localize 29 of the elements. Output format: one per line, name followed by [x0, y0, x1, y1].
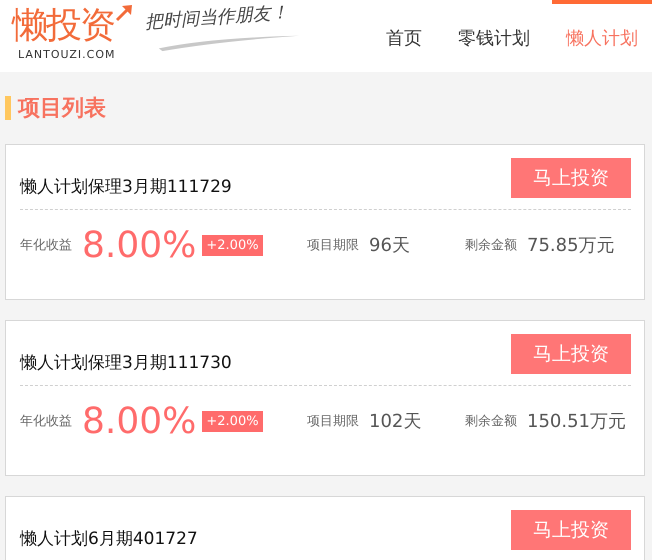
nav-link[interactable]: 首页	[372, 0, 436, 72]
title-marker	[5, 96, 11, 120]
stat-label: 年化收益	[20, 413, 72, 430]
invest-button[interactable]: 马上投资	[511, 334, 631, 374]
invest-button[interactable]: 马上投资	[511, 158, 631, 198]
project-name: 懒人计划保理3月期111730	[20, 352, 232, 374]
nav-link[interactable]: 零钱计划	[444, 0, 544, 72]
bonus-tag: +2.00%	[202, 234, 263, 256]
invest-button[interactable]: 马上投资	[511, 510, 631, 550]
stat-label: 剩余金额	[465, 413, 517, 430]
project-name: 懒人计划6月期401727	[20, 528, 198, 550]
rate-value: 8.00%	[82, 400, 196, 442]
stat-value: 75.85万元	[527, 234, 615, 257]
stat-value: 96天	[369, 234, 410, 257]
logo-domain: LANTOUZI.COM	[18, 48, 116, 61]
stat-label: 年化收益	[20, 237, 72, 254]
stat-label: 剩余金额	[465, 237, 517, 254]
stat-value: 150.51万元	[527, 410, 626, 433]
stat-value: 102天	[369, 410, 422, 433]
logo: 懒投资	[12, 4, 114, 48]
project-name: 懒人计划保理3月期111729	[20, 176, 232, 198]
slogan: 把时间当作朋友！	[144, 0, 290, 34]
stat-label: 项目期限	[307, 237, 359, 254]
rate-value: 8.00%	[82, 224, 196, 266]
arrow-icon	[115, 4, 133, 22]
stat-label: 项目期限	[307, 413, 359, 430]
nav-link[interactable]: 懒人计划	[552, 0, 652, 72]
bonus-tag: +2.00%	[202, 410, 263, 432]
section-title: 项目列表	[18, 95, 106, 123]
